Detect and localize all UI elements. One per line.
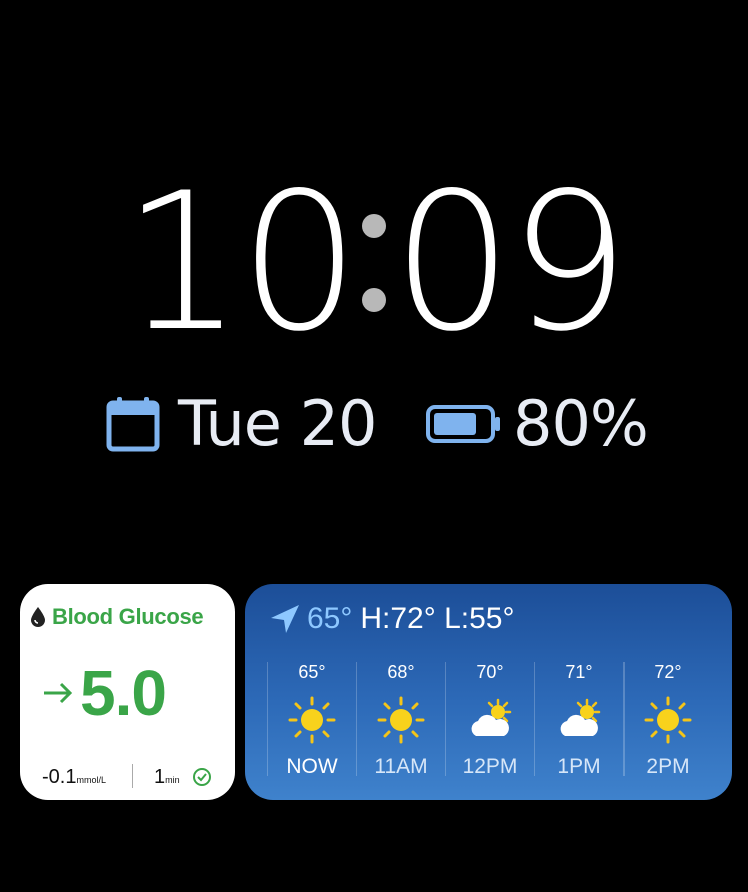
high-low: H:72° L:55° bbox=[360, 602, 515, 635]
hour-label: NOW bbox=[286, 755, 338, 778]
trend-arrow-icon bbox=[44, 682, 73, 704]
hour-label: 12PM bbox=[462, 755, 518, 778]
blood-glucose-widget[interactable]: Blood Glucose 5.0 -0.1mmol/L 1min bbox=[20, 584, 235, 800]
sun-icon bbox=[288, 696, 336, 744]
divider bbox=[132, 764, 133, 788]
hour-label: 1PM bbox=[557, 755, 601, 778]
battery-icon bbox=[426, 405, 500, 443]
hour-column: 70° 12PM bbox=[445, 662, 534, 778]
hour-column: 72° 2PM bbox=[623, 662, 692, 778]
hour-temp: 68° bbox=[387, 662, 415, 682]
sun-icon bbox=[644, 696, 692, 744]
date-text: Tue 20 bbox=[178, 387, 377, 460]
glucose-footer: -0.1mmol/L 1min bbox=[20, 764, 235, 790]
lock-screen: 10 09 Tue 20 80% Blood Glucose 5.0 -0.1m… bbox=[0, 0, 748, 892]
glucose-reading: 5.0 bbox=[42, 656, 167, 730]
clock-hours: 10 bbox=[122, 152, 360, 373]
glucose-age: 1min bbox=[154, 765, 180, 788]
hour-temp: 70° bbox=[476, 662, 504, 682]
check-circle-icon bbox=[193, 768, 211, 786]
clock: 10 09 bbox=[0, 168, 748, 358]
hour-temp: 65° bbox=[298, 662, 326, 682]
clock-colon bbox=[356, 168, 392, 358]
battery-complication[interactable]: 80% bbox=[425, 387, 649, 460]
hour-temp: 72° bbox=[654, 662, 682, 682]
hour-column: 71° 1PM bbox=[534, 662, 623, 778]
battery-text: 80% bbox=[513, 387, 649, 460]
glucose-value: 5.0 bbox=[80, 657, 167, 729]
hourly-forecast: 65° NOW 68° 11AM 70° 12PM 71° 1PM 72° 2P… bbox=[267, 662, 692, 778]
glucose-header: Blood Glucose bbox=[30, 604, 204, 630]
hour-column: 65° NOW bbox=[267, 662, 356, 778]
partly-cloudy-icon bbox=[560, 698, 601, 736]
sun-icon bbox=[377, 696, 425, 744]
hour-label: 11AM bbox=[374, 755, 428, 778]
partly-cloudy-icon bbox=[471, 698, 512, 736]
hour-label: 2PM bbox=[646, 755, 690, 778]
glucose-delta: -0.1mmol/L bbox=[42, 765, 106, 788]
clock-minutes: 09 bbox=[392, 152, 630, 373]
weather-widget[interactable]: 65° H:72° L:55° 65° NOW 68° 11AM 70° 12P… bbox=[245, 584, 732, 800]
current-temp: 65° bbox=[307, 602, 353, 635]
glucose-title: Blood Glucose bbox=[52, 604, 204, 629]
date-complication[interactable]: Tue 20 bbox=[106, 392, 377, 456]
hour-temp: 71° bbox=[565, 662, 593, 682]
info-row: Tue 20 80% bbox=[0, 392, 748, 456]
weather-header: 65° H:72° L:55° bbox=[269, 602, 514, 636]
location-arrow-icon bbox=[271, 605, 299, 633]
blood-drop-icon bbox=[31, 607, 45, 627]
calendar-icon bbox=[106, 397, 160, 452]
hour-column: 68° 11AM bbox=[356, 662, 445, 778]
